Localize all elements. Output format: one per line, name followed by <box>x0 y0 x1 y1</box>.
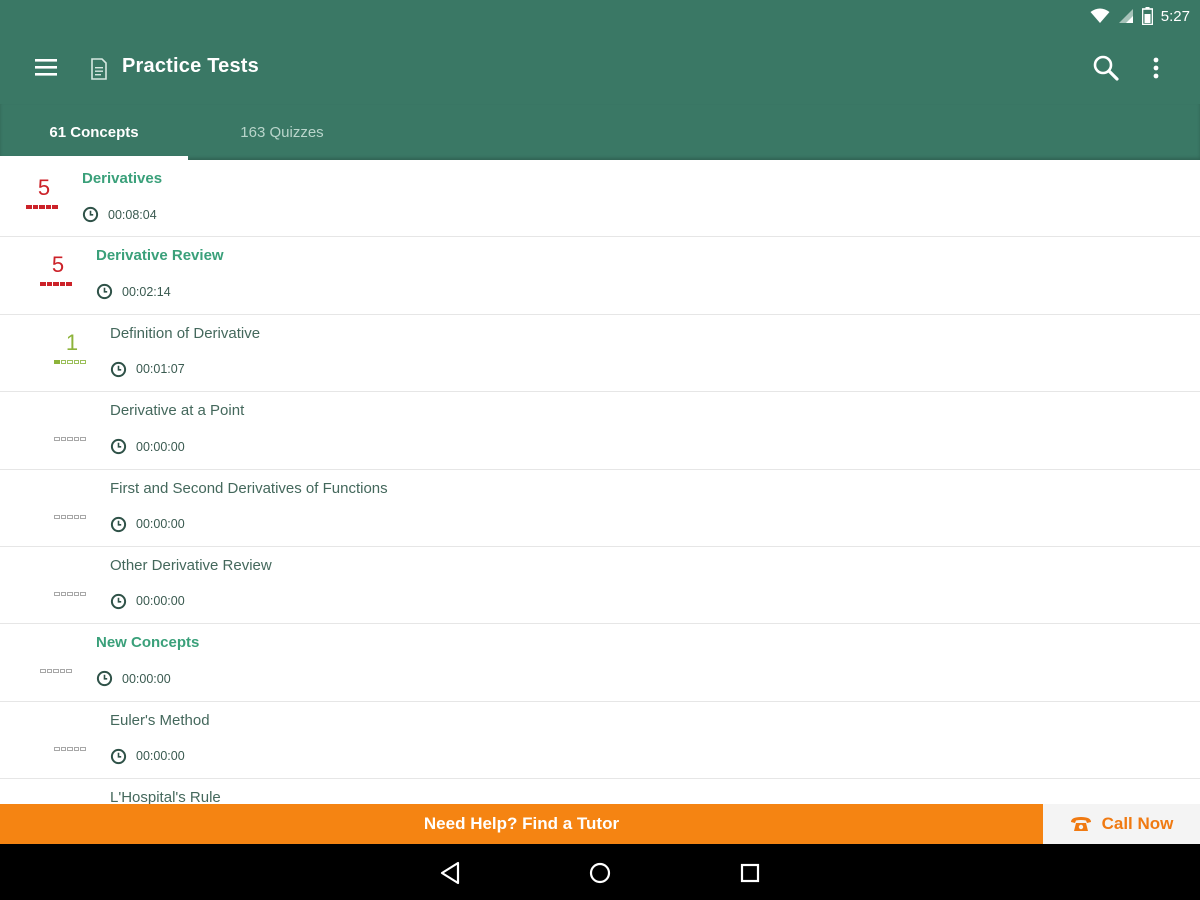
status-icons: 5:27 <box>1090 6 1190 26</box>
concept-row[interactable]: L'Hospital's Rule <box>0 779 1200 804</box>
mastery-bar <box>40 282 72 287</box>
concept-time: 00:00:00 <box>96 670 171 687</box>
call-now-label: Call Now <box>1101 814 1174 833</box>
concept-name: Definition of Derivative <box>110 324 261 342</box>
clock-icon <box>96 671 113 687</box>
concept-list[interactable]: 5 Derivatives 00:08:04 5 Derivative Review 00… <box>0 160 1200 804</box>
concept-row[interactable]: 5 Derivative Review 00:02:14 <box>0 237 1200 315</box>
more-vert-icon <box>1153 57 1159 79</box>
concept-name: Derivative at a Point <box>110 402 245 420</box>
wifi-icon <box>1090 8 1110 23</box>
mastery-score: 5 <box>51 252 65 278</box>
app-screen: 5:27 Practice Tests 61 Concepts 163 Quiz… <box>0 0 1200 900</box>
clock-icon <box>82 206 99 223</box>
find-tutor-label: Need Help? Find a Tutor <box>423 814 620 833</box>
mastery-bar <box>54 591 86 596</box>
concept-time-value: 00:01:07 <box>136 362 185 377</box>
concept-row[interactable]: First and Second Derivatives of Function… <box>0 470 1200 547</box>
concept-time: 00:01:07 <box>110 361 185 378</box>
concept-row[interactable]: Derivative at a Point 00:00:00 <box>0 392 1200 470</box>
concept-time: 00:08:04 <box>82 206 157 223</box>
concept-time-value: 00:00:00 <box>136 439 185 454</box>
concept-time-value: 00:00:00 <box>136 517 185 532</box>
clock-icon <box>110 516 127 532</box>
concept-name: New Concepts <box>96 634 200 652</box>
mastery-bar <box>54 514 86 519</box>
document-icon <box>90 58 108 80</box>
concept-name: Derivatives <box>82 170 163 187</box>
clock-icon <box>96 284 113 300</box>
clock-icon <box>110 361 127 377</box>
clock-icon <box>110 439 127 455</box>
clock-icon <box>110 748 127 764</box>
mastery-bar <box>54 359 86 364</box>
back-button[interactable] <box>436 858 466 888</box>
tab-quizzes[interactable]: 163 Quizzes <box>188 104 376 160</box>
mastery-bar <box>40 669 72 674</box>
concept-row[interactable]: Euler's Method 00:00:00 <box>0 702 1200 780</box>
concept-time-value: 00:00:00 <box>122 671 171 686</box>
concept-row[interactable]: 5 Derivatives 00:08:04 <box>0 160 1200 238</box>
mastery-score: 5 <box>37 175 51 200</box>
overflow-menu-button[interactable] <box>1142 52 1170 84</box>
concept-row[interactable]: New Concepts 00:00:00 <box>0 624 1200 702</box>
concept-time: 00:02:14 <box>96 283 171 300</box>
page-title: Practice Tests <box>122 55 259 77</box>
mastery-score: 1 <box>65 329 79 355</box>
concept-time: 00:00:00 <box>110 593 185 610</box>
concept-name: First and Second Derivatives of Function… <box>110 479 388 497</box>
clock-icon <box>110 593 127 610</box>
home-button[interactable] <box>585 858 615 888</box>
concept-name: L'Hospital's Rule <box>110 789 221 804</box>
find-tutor-button[interactable]: Need Help? Find a Tutor <box>0 804 1043 844</box>
mastery-bar <box>54 437 86 442</box>
tab-quizzes-label: 163 Quizzes <box>240 123 324 141</box>
search-button[interactable] <box>1090 52 1122 84</box>
concept-row[interactable]: Other Derivative Review 00:00:00 <box>0 547 1200 625</box>
concept-time-value: 00:02:14 <box>122 284 171 299</box>
system-nav-bar <box>0 844 1200 900</box>
status-time: 5:27 <box>1160 7 1190 25</box>
status-bar: 5:27 <box>0 0 1200 32</box>
battery-icon <box>1141 7 1153 25</box>
tab-concepts-label: 61 Concepts <box>49 123 139 141</box>
concept-time-value: 00:00:00 <box>136 594 185 609</box>
recents-icon <box>740 863 760 883</box>
back-icon <box>440 861 460 885</box>
concept-name: Euler's Method <box>110 711 210 729</box>
concept-name: Other Derivative Review <box>110 556 272 574</box>
concept-name: Derivative Review <box>96 247 224 265</box>
tab-concepts[interactable]: 61 Concepts <box>0 104 188 160</box>
mastery-bar <box>26 205 58 209</box>
call-now-button[interactable]: Call Now <box>1043 804 1200 844</box>
concept-time-value: 00:08:04 <box>108 207 157 222</box>
concept-time: 00:00:00 <box>110 438 185 455</box>
tab-bar: 61 Concepts 163 Quizzes <box>0 104 1200 160</box>
menu-icon <box>35 59 57 76</box>
menu-button[interactable] <box>30 54 64 82</box>
home-icon <box>589 862 611 884</box>
concept-row[interactable]: 1 Definition of Derivative 00:01:07 <box>0 315 1200 393</box>
concept-time-value: 00:00:00 <box>136 749 185 764</box>
app-toolbar: Practice Tests <box>0 32 1200 104</box>
recents-button[interactable] <box>735 858 765 888</box>
concept-time: 00:00:00 <box>110 516 185 533</box>
phone-icon <box>1070 817 1091 831</box>
help-bar: Need Help? Find a Tutor Call Now <box>0 804 1200 844</box>
signal-icon <box>1118 9 1133 23</box>
mastery-bar <box>54 746 86 751</box>
concept-time: 00:00:00 <box>110 748 185 765</box>
search-icon <box>1093 55 1119 81</box>
